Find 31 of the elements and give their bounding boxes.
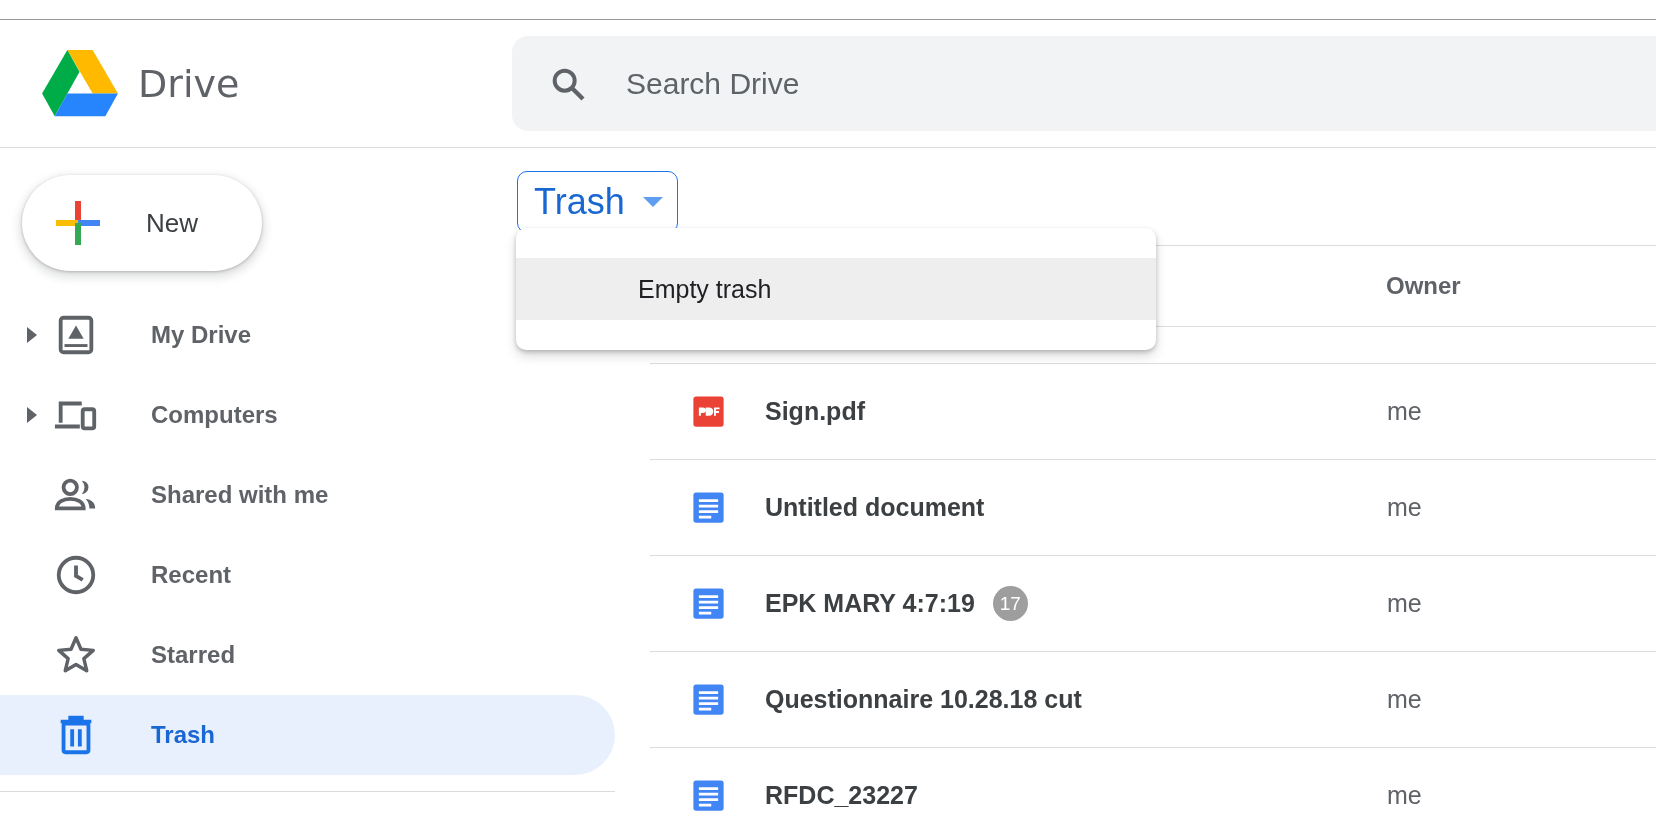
sidebar-item[interactable]: Recent bbox=[0, 535, 615, 615]
sidebar-item[interactable]: Shared with me bbox=[0, 455, 615, 535]
file-name[interactable]: Sign.pdf bbox=[765, 397, 865, 426]
document-icon bbox=[692, 683, 725, 716]
file-name[interactable]: Questionnaire 10.28.18 cut bbox=[765, 685, 1082, 714]
new-button[interactable]: New bbox=[22, 175, 262, 271]
count-badge: 17 bbox=[992, 586, 1028, 621]
expand-arrow-icon[interactable] bbox=[26, 326, 38, 344]
owner-cell: me bbox=[1387, 589, 1422, 618]
file-name[interactable]: EPK MARY 4:7:19 bbox=[765, 589, 975, 618]
sidebar-item[interactable]: Computers bbox=[0, 375, 615, 455]
app-name: Drive bbox=[138, 61, 240, 106]
expand-arrow-icon[interactable] bbox=[26, 406, 38, 424]
document-icon bbox=[692, 779, 725, 812]
search-field[interactable]: Search Drive bbox=[624, 65, 1656, 102]
owner-cell: me bbox=[1387, 685, 1422, 714]
sidebar-item[interactable]: Starred bbox=[0, 615, 615, 695]
column-header[interactable]: Owner bbox=[1386, 272, 1461, 300]
file-name[interactable]: Untitled document bbox=[765, 493, 985, 522]
caret-icon bbox=[642, 196, 663, 207]
document-icon bbox=[692, 587, 725, 620]
document-icon bbox=[692, 491, 725, 524]
owner-cell: me bbox=[1387, 397, 1422, 426]
pdf-file-icon bbox=[692, 395, 725, 428]
plus-icon bbox=[54, 199, 102, 247]
menu-item[interactable]: Empty trash bbox=[516, 258, 1156, 320]
owner-cell: me bbox=[1387, 493, 1422, 522]
file-name[interactable]: RFDC_23227 bbox=[765, 781, 918, 810]
owner-cell: me bbox=[1387, 781, 1422, 810]
sidebar-item[interactable]: Trash bbox=[0, 695, 615, 775]
search-bar[interactable]: Search Drive bbox=[512, 36, 1656, 131]
